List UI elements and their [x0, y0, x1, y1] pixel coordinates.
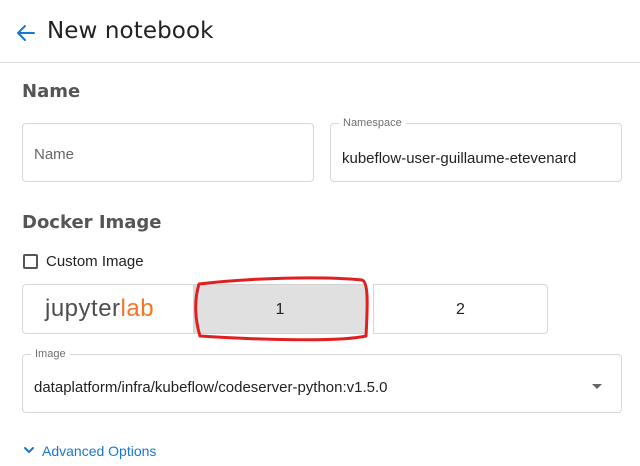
image-option-1[interactable]: 1 [194, 284, 366, 334]
namespace-value: kubeflow-user-guillaume-etevenard [342, 150, 577, 167]
image-option-2-label: 2 [456, 301, 465, 318]
arrow-left-icon [17, 25, 35, 41]
page-title: New notebook [47, 18, 214, 44]
namespace-field[interactable]: Namespace kubeflow-user-guillaume-eteven… [330, 117, 622, 182]
chevron-down-icon [24, 447, 34, 453]
custom-image-checkbox[interactable] [23, 254, 38, 269]
dropdown-arrow-icon[interactable] [592, 384, 602, 389]
image-select-label: Image [31, 348, 70, 360]
namespace-label: Namespace [339, 117, 406, 129]
name-field[interactable]: Name [22, 123, 314, 182]
page-header: New notebook [0, 0, 640, 63]
jupyterlab-logo: jupyterlab [45, 295, 155, 322]
image-select-value: dataplatform/infra/kubeflow/codeserver-p… [34, 379, 388, 396]
image-option-2[interactable]: 2 [373, 284, 548, 334]
back-button[interactable] [14, 21, 38, 45]
advanced-options-label: Advanced Options [42, 443, 157, 459]
docker-section-title: Docker Image [22, 212, 162, 233]
name-section-title: Name [22, 81, 81, 102]
image-option-jupyterlab[interactable]: jupyterlab [22, 284, 194, 334]
image-select[interactable]: Image dataplatform/infra/kubeflow/codese… [22, 348, 622, 413]
custom-image-label: Custom Image [46, 253, 144, 270]
image-option-1-label: 1 [275, 301, 285, 318]
name-placeholder: Name [34, 146, 75, 163]
